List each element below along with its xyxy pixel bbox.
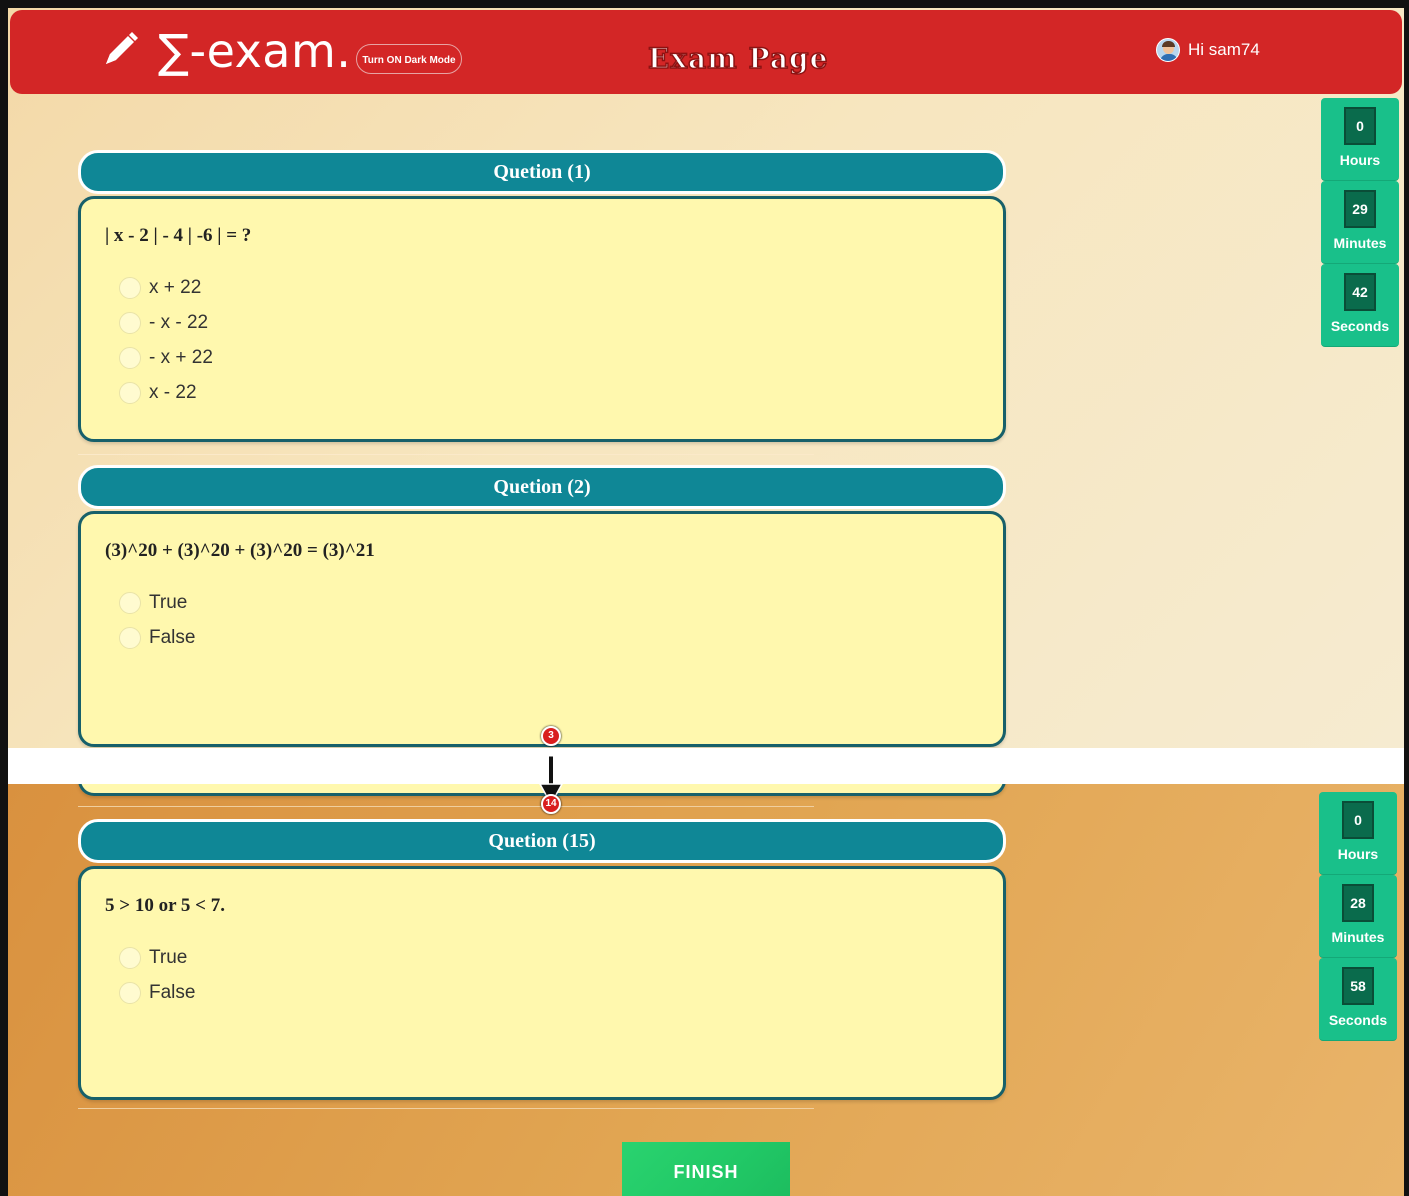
- radio-button[interactable]: [119, 277, 141, 299]
- timer-minutes-label: Minutes: [1333, 235, 1387, 251]
- timer-hours-value: 0: [1342, 801, 1374, 839]
- option-label: x + 22: [149, 277, 202, 298]
- finish-button[interactable]: FINISH: [622, 1142, 790, 1196]
- option-label: False: [149, 982, 196, 1003]
- exam-view-bottom: 0 Hours 28 Minutes 58 Seconds Quetion (1…: [8, 784, 1404, 1196]
- timer-seconds-label: Seconds: [1328, 1012, 1388, 1028]
- question-15-text: 5 > 10 or 5 < 7.: [105, 895, 225, 916]
- radio-button[interactable]: [119, 312, 141, 334]
- screenshot-gap: [8, 748, 1404, 784]
- question-15-card: 5 > 10 or 5 < 7. True False: [78, 866, 1006, 1100]
- exam-screen: ∑-exam. Turn ON Dark Mode Exam Page Hi s…: [8, 8, 1404, 1196]
- pencil-icon: [106, 32, 138, 64]
- divider: [78, 454, 814, 455]
- exam-view-top: ∑-exam. Turn ON Dark Mode Exam Page Hi s…: [8, 8, 1404, 748]
- option-label: x - 22: [149, 382, 197, 403]
- question-15-option-2[interactable]: False: [119, 982, 195, 1004]
- timer-seconds: 42 Seconds: [1321, 264, 1399, 347]
- timer-hours: 0 Hours: [1319, 792, 1397, 875]
- user-greeting: Hi sam74: [1188, 40, 1260, 59]
- timer-seconds-value: 42: [1344, 273, 1376, 311]
- user-menu[interactable]: Hi sam74: [1156, 38, 1260, 62]
- question-2-card: (3)^20 + (3)^20 + (3)^20 = (3)^21 True F…: [78, 511, 1006, 747]
- question-15-option-1[interactable]: True: [119, 947, 187, 969]
- question-1-option-4[interactable]: x - 22: [119, 382, 197, 404]
- option-label: False: [149, 627, 196, 648]
- timer-hours-label: Hours: [1337, 846, 1379, 862]
- divider: [78, 1108, 814, 1109]
- question-15-header: Quetion (15): [78, 819, 1006, 863]
- timer-seconds: 58 Seconds: [1319, 958, 1397, 1041]
- timer-minutes-value: 29: [1344, 190, 1376, 228]
- header-bar: ∑-exam. Turn ON Dark Mode Exam Page Hi s…: [10, 10, 1402, 94]
- countdown-timer: 0 Hours 29 Minutes 42 Seconds: [1321, 98, 1399, 347]
- question-1-option-3[interactable]: - x + 22: [119, 347, 213, 369]
- timer-minutes: 28 Minutes: [1319, 875, 1397, 958]
- option-label: - x + 22: [149, 347, 213, 368]
- question-1-option-1[interactable]: x + 22: [119, 277, 201, 299]
- question-2-text: (3)^20 + (3)^20 + (3)^20 = (3)^21: [105, 540, 375, 561]
- question-1-text: | x - 2 | - 4 | -6 | = ?: [105, 225, 252, 246]
- option-label: - x - 22: [149, 312, 209, 333]
- radio-button[interactable]: [119, 592, 141, 614]
- timer-minutes-label: Minutes: [1331, 929, 1385, 945]
- question-1-card: | x - 2 | - 4 | -6 | = ? x + 22 - x - 22…: [78, 196, 1006, 442]
- marker-end: 14: [541, 794, 561, 814]
- radio-button[interactable]: [119, 947, 141, 969]
- radio-button[interactable]: [119, 982, 141, 1004]
- timer-hours-value: 0: [1344, 107, 1376, 145]
- timer-hours: 0 Hours: [1321, 98, 1399, 181]
- marker-start: 3: [541, 726, 561, 746]
- question-2-option-2[interactable]: False: [119, 627, 195, 649]
- option-label: True: [149, 592, 188, 613]
- countdown-timer: 0 Hours 28 Minutes 58 Seconds: [1319, 792, 1397, 1041]
- timer-minutes-value: 28: [1342, 884, 1374, 922]
- logo-text[interactable]: ∑-exam.: [158, 24, 351, 78]
- timer-minutes: 29 Minutes: [1321, 181, 1399, 264]
- question-1-option-2[interactable]: - x - 22: [119, 312, 208, 334]
- option-label: True: [149, 947, 188, 968]
- timer-seconds-label: Seconds: [1330, 318, 1390, 334]
- avatar: [1156, 38, 1180, 62]
- question-2-option-1[interactable]: True: [119, 592, 187, 614]
- question-2-header: Quetion (2): [78, 465, 1006, 509]
- radio-button[interactable]: [119, 627, 141, 649]
- radio-button[interactable]: [119, 347, 141, 369]
- divider: [78, 806, 814, 807]
- timer-hours-label: Hours: [1339, 152, 1381, 168]
- question-1-header: Quetion (1): [78, 150, 1006, 194]
- timer-seconds-value: 58: [1342, 967, 1374, 1005]
- page-title: Exam Page: [647, 41, 829, 76]
- dark-mode-toggle[interactable]: Turn ON Dark Mode: [356, 44, 462, 74]
- radio-button[interactable]: [119, 382, 141, 404]
